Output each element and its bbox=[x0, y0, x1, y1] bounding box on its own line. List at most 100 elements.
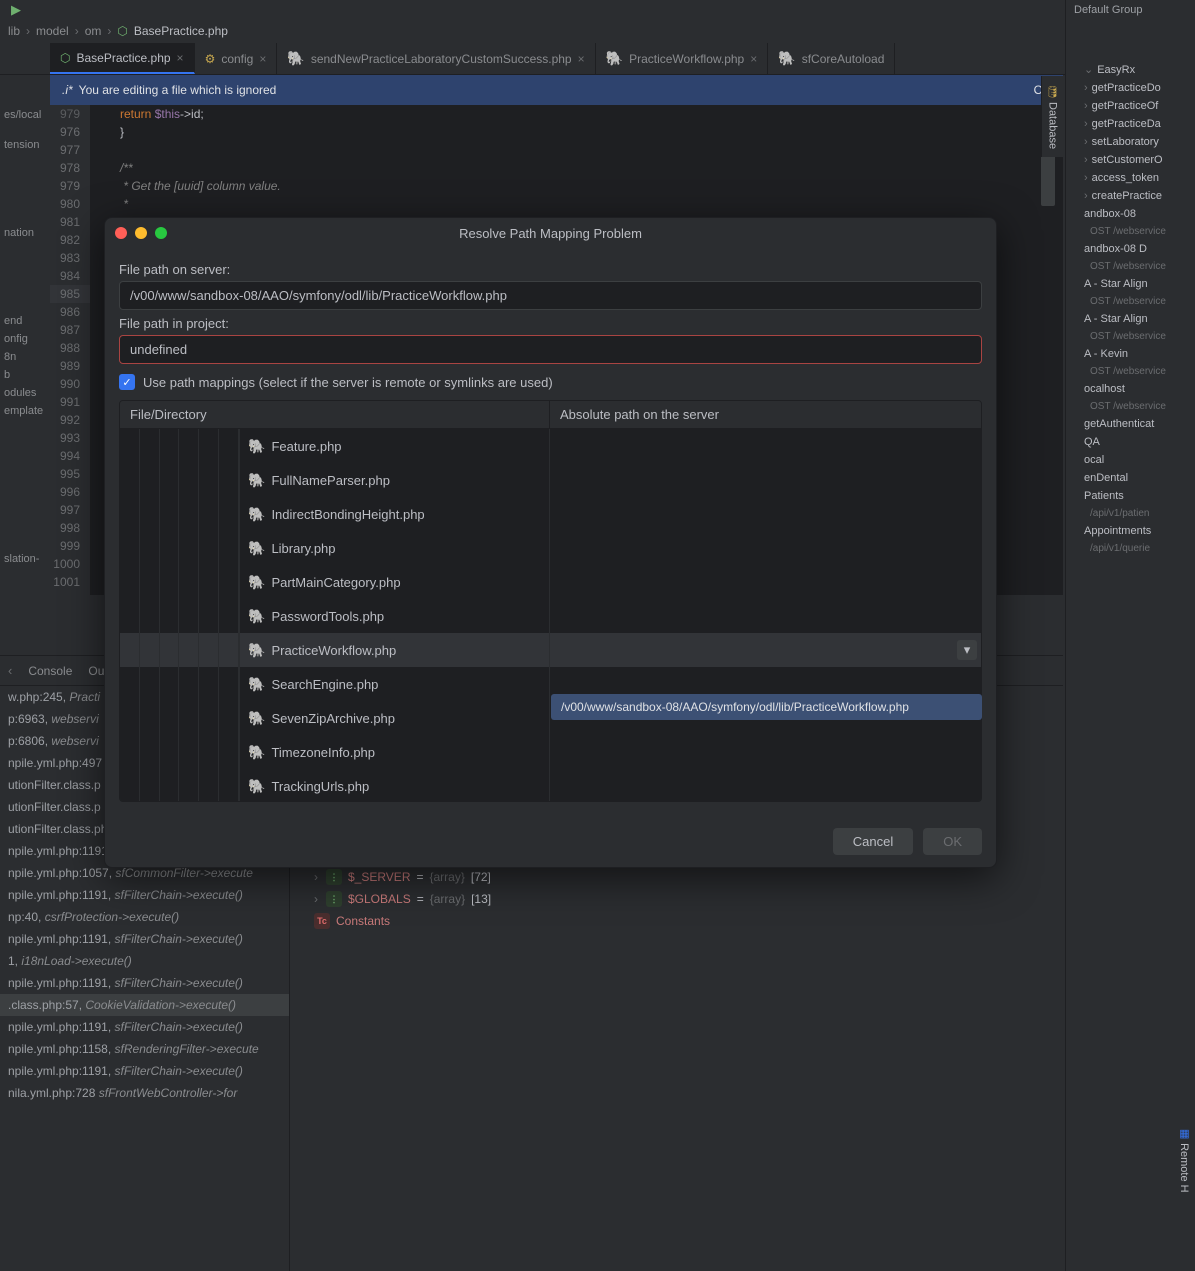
close-icon[interactable]: × bbox=[259, 52, 266, 66]
tab-sfcore[interactable]: 🐘 sfCoreAutoload bbox=[768, 43, 895, 74]
close-icon[interactable]: × bbox=[750, 52, 757, 66]
stack-frame[interactable]: npile.yml.php:1191, sfFilterChain->execu… bbox=[0, 972, 289, 994]
server-item[interactable]: andbox-08 D bbox=[1066, 240, 1195, 258]
server-item[interactable]: Patients bbox=[1066, 487, 1195, 505]
ok-button[interactable]: OK bbox=[923, 828, 982, 855]
tree-indent bbox=[120, 531, 240, 565]
mapping-path-input[interactable] bbox=[558, 643, 973, 658]
server-item[interactable]: ocalhost bbox=[1066, 380, 1195, 398]
tree-item[interactable]: ›getPracticeOf bbox=[1066, 97, 1195, 115]
tab-basepractice[interactable]: ⬡ BasePractice.php × bbox=[50, 43, 195, 74]
breadcrumb-part[interactable]: lib bbox=[8, 24, 20, 38]
banner-text: You are editing a file which is ignored bbox=[79, 83, 277, 97]
mapping-row[interactable]: 🐘TimezoneInfo.php bbox=[120, 735, 981, 769]
run-icon[interactable]: ▶ bbox=[8, 2, 24, 18]
mapping-path-cell[interactable]: ▾ bbox=[550, 633, 981, 667]
server-item[interactable]: QA bbox=[1066, 433, 1195, 451]
server-item[interactable]: enDental bbox=[1066, 469, 1195, 487]
use-mappings-checkbox[interactable]: ✓ bbox=[119, 374, 135, 390]
sidebar-item[interactable]: slation- bbox=[0, 550, 50, 568]
chevron-right-icon[interactable]: › bbox=[314, 892, 318, 906]
breadcrumb-file[interactable]: BasePractice.php bbox=[134, 24, 228, 38]
sidebar-item[interactable]: es/local bbox=[0, 106, 50, 124]
sidebar-item[interactable]: emplate bbox=[0, 402, 50, 420]
variable-row[interactable]: ›⋮$GLOBALS = {array} [13] bbox=[290, 888, 1063, 910]
remote-host-tab[interactable]: ▦ Remote H bbox=[1174, 1119, 1195, 1201]
chevron-left-icon[interactable]: ‹ bbox=[8, 663, 12, 678]
mapping-row[interactable]: 🐘PasswordTools.php bbox=[120, 599, 981, 633]
close-icon[interactable]: × bbox=[177, 51, 184, 65]
mapping-row[interactable]: 🐘PracticeWorkflow.php▾ bbox=[120, 633, 981, 667]
sidebar-item[interactable]: end bbox=[0, 312, 50, 330]
sidebar-item[interactable]: 8n bbox=[0, 348, 50, 366]
var-eq: = bbox=[416, 870, 423, 884]
tab-sendnew[interactable]: 🐘 sendNewPracticeLaboratoryCustomSuccess… bbox=[277, 43, 595, 74]
sidebar-item[interactable]: nation bbox=[0, 224, 50, 242]
stack-frame[interactable]: npile.yml.php:1191, sfFilterChain->execu… bbox=[0, 928, 289, 950]
mapping-filename: PasswordTools.php bbox=[271, 609, 384, 624]
stack-frame[interactable]: 1, i18nLoad->execute() bbox=[0, 950, 289, 972]
use-mappings-row[interactable]: ✓ Use path mappings (select if the serve… bbox=[119, 374, 982, 390]
variable-row[interactable]: ›⋮$_SERVER = {array} [72] bbox=[290, 866, 1063, 888]
dialog-title: Resolve Path Mapping Problem bbox=[105, 226, 996, 241]
breadcrumb-part[interactable]: om bbox=[85, 24, 102, 38]
tree-item[interactable]: ›createPractice bbox=[1066, 187, 1195, 205]
server-item[interactable]: ocal bbox=[1066, 451, 1195, 469]
tree-item[interactable]: ›access_token bbox=[1066, 169, 1195, 187]
tab-config[interactable]: ⚙ config × bbox=[195, 43, 278, 74]
server-item[interactable]: A - Star Align bbox=[1066, 310, 1195, 328]
server-item[interactable]: A - Kevin bbox=[1066, 345, 1195, 363]
line-number: 984 bbox=[50, 267, 90, 285]
mapping-row[interactable]: 🐘Feature.php bbox=[120, 429, 981, 463]
project-path-label: File path in project: bbox=[119, 316, 982, 331]
sidebar-item[interactable]: onfig bbox=[0, 330, 50, 348]
info-banner: .i* You are editing a file which is igno… bbox=[50, 75, 1063, 105]
stack-file: npile.yml.php:1057, bbox=[8, 866, 112, 880]
php-icon: 🐘 bbox=[248, 438, 265, 455]
server-item[interactable]: A - Star Align bbox=[1066, 275, 1195, 293]
stack-function: csrfProtection->execute() bbox=[45, 910, 179, 924]
editor-tabs: ⬡ BasePractice.php × ⚙ config × 🐘 sendNe… bbox=[0, 43, 1195, 75]
project-path-input[interactable] bbox=[119, 335, 982, 364]
close-icon[interactable]: × bbox=[578, 52, 585, 66]
mapping-row[interactable]: 🐘TrackingUrls.php bbox=[120, 769, 981, 801]
dropdown-icon[interactable]: ▾ bbox=[957, 640, 977, 660]
tree-indent bbox=[120, 735, 240, 769]
mapping-row[interactable]: 🐘IndirectBondingHeight.php bbox=[120, 497, 981, 531]
stack-frame[interactable]: npile.yml.php:1191, sfFilterChain->execu… bbox=[0, 1016, 289, 1038]
sidebar-item[interactable]: tension bbox=[0, 136, 50, 154]
stack-frame[interactable]: .class.php:57, CookieValidation->execute… bbox=[0, 994, 289, 1016]
mapping-file-cell: 🐘Feature.php bbox=[240, 429, 550, 463]
server-item[interactable]: getAuthenticat bbox=[1066, 415, 1195, 433]
group-title: Default Group bbox=[1066, 0, 1195, 20]
tree-item-label: access_token bbox=[1092, 172, 1159, 184]
database-tab[interactable]: 🛢 Database bbox=[1041, 76, 1063, 157]
mapping-row[interactable]: 🐘PartMainCategory.php bbox=[120, 565, 981, 599]
server-item[interactable]: Appointments bbox=[1066, 522, 1195, 540]
stack-frame[interactable]: npile.yml.php:1191, sfFilterChain->execu… bbox=[0, 884, 289, 906]
stack-frame[interactable]: nila.yml.php:728 sfFrontWebController->f… bbox=[0, 1082, 289, 1104]
path-suggestion[interactable]: /v00/www/sandbox-08/AAO/symfony/odl/lib/… bbox=[551, 694, 982, 720]
variable-row[interactable]: TcConstants bbox=[290, 910, 1063, 932]
mapping-row[interactable]: 🐘FullNameParser.php bbox=[120, 463, 981, 497]
tree-item-label: setLaboratory bbox=[1092, 136, 1159, 148]
tree-item[interactable]: ›getPracticeDo bbox=[1066, 79, 1195, 97]
tree-item[interactable]: ›getPracticeDa bbox=[1066, 115, 1195, 133]
tab-practiceworkflow[interactable]: 🐘 PracticeWorkflow.php × bbox=[596, 43, 769, 74]
server-path-input[interactable] bbox=[119, 281, 982, 310]
sidebar-item[interactable]: b bbox=[0, 366, 50, 384]
stack-frame[interactable]: np:40, csrfProtection->execute() bbox=[0, 906, 289, 928]
chevron-right-icon[interactable]: › bbox=[314, 870, 318, 884]
tree-item[interactable]: ›setCustomerO bbox=[1066, 151, 1195, 169]
tree-item[interactable]: ›setLaboratory bbox=[1066, 133, 1195, 151]
stack-frame[interactable]: npile.yml.php:1191, sfFilterChain->execu… bbox=[0, 1060, 289, 1082]
mapping-row[interactable]: 🐘Library.php bbox=[120, 531, 981, 565]
stack-frame[interactable]: npile.yml.php:1158, sfRenderingFilter->e… bbox=[0, 1038, 289, 1060]
server-item[interactable]: andbox-08 bbox=[1066, 205, 1195, 223]
column-header-file: File/Directory bbox=[120, 401, 550, 428]
breadcrumb-part[interactable]: model bbox=[36, 24, 69, 38]
tab-console[interactable]: Console bbox=[28, 664, 72, 678]
cancel-button[interactable]: Cancel bbox=[833, 828, 913, 855]
tree-header[interactable]: ⌄ EasyRx bbox=[1066, 60, 1195, 79]
sidebar-item[interactable]: odules bbox=[0, 384, 50, 402]
